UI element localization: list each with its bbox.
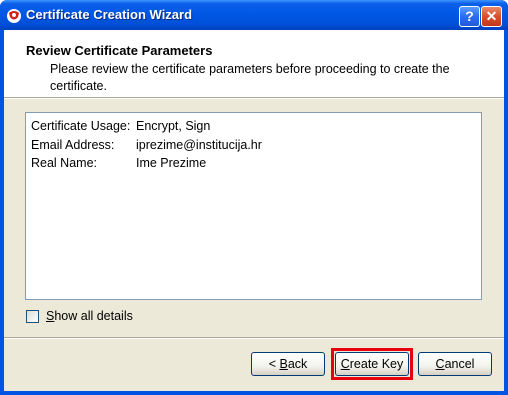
cancel-button[interactable]: Cancel (418, 352, 492, 376)
back-button[interactable]: < Back (251, 352, 325, 376)
wizard-header: Review Certificate Parameters Please rev… (4, 30, 504, 98)
parameter-label: Certificate Usage: (31, 119, 131, 133)
show-all-details-checkbox[interactable] (26, 310, 39, 323)
parameter-value: iprezime@institucija.hr (136, 138, 262, 152)
page-title: Review Certificate Parameters (26, 43, 213, 58)
parameter-label: Real Name: (31, 156, 97, 170)
window-title: Certificate Creation Wizard (26, 7, 193, 22)
parameters-list[interactable]: Certificate Usage: Encrypt, Sign Email A… (25, 112, 482, 300)
dialog-client-area: Review Certificate Parameters Please rev… (4, 30, 504, 391)
title-bar[interactable]: Certificate Creation Wizard ? ✕ (0, 0, 508, 30)
parameter-value: Ime Prezime (136, 156, 207, 170)
show-all-details-label[interactable]: Show all details (46, 309, 133, 323)
certificate-app-icon (7, 9, 21, 23)
create-key-button[interactable]: Create Key (335, 352, 409, 376)
header-divider (4, 98, 504, 99)
help-button[interactable]: ? (459, 6, 480, 27)
wizard-window: Certificate Creation Wizard ? ✕ Review C… (0, 0, 508, 395)
button-area-divider (4, 337, 504, 339)
page-description: Please review the certificate parameters… (50, 62, 450, 93)
parameter-label: Email Address: (31, 138, 115, 152)
close-button[interactable]: ✕ (481, 6, 502, 27)
parameter-value: Encrypt, Sign (136, 119, 211, 133)
